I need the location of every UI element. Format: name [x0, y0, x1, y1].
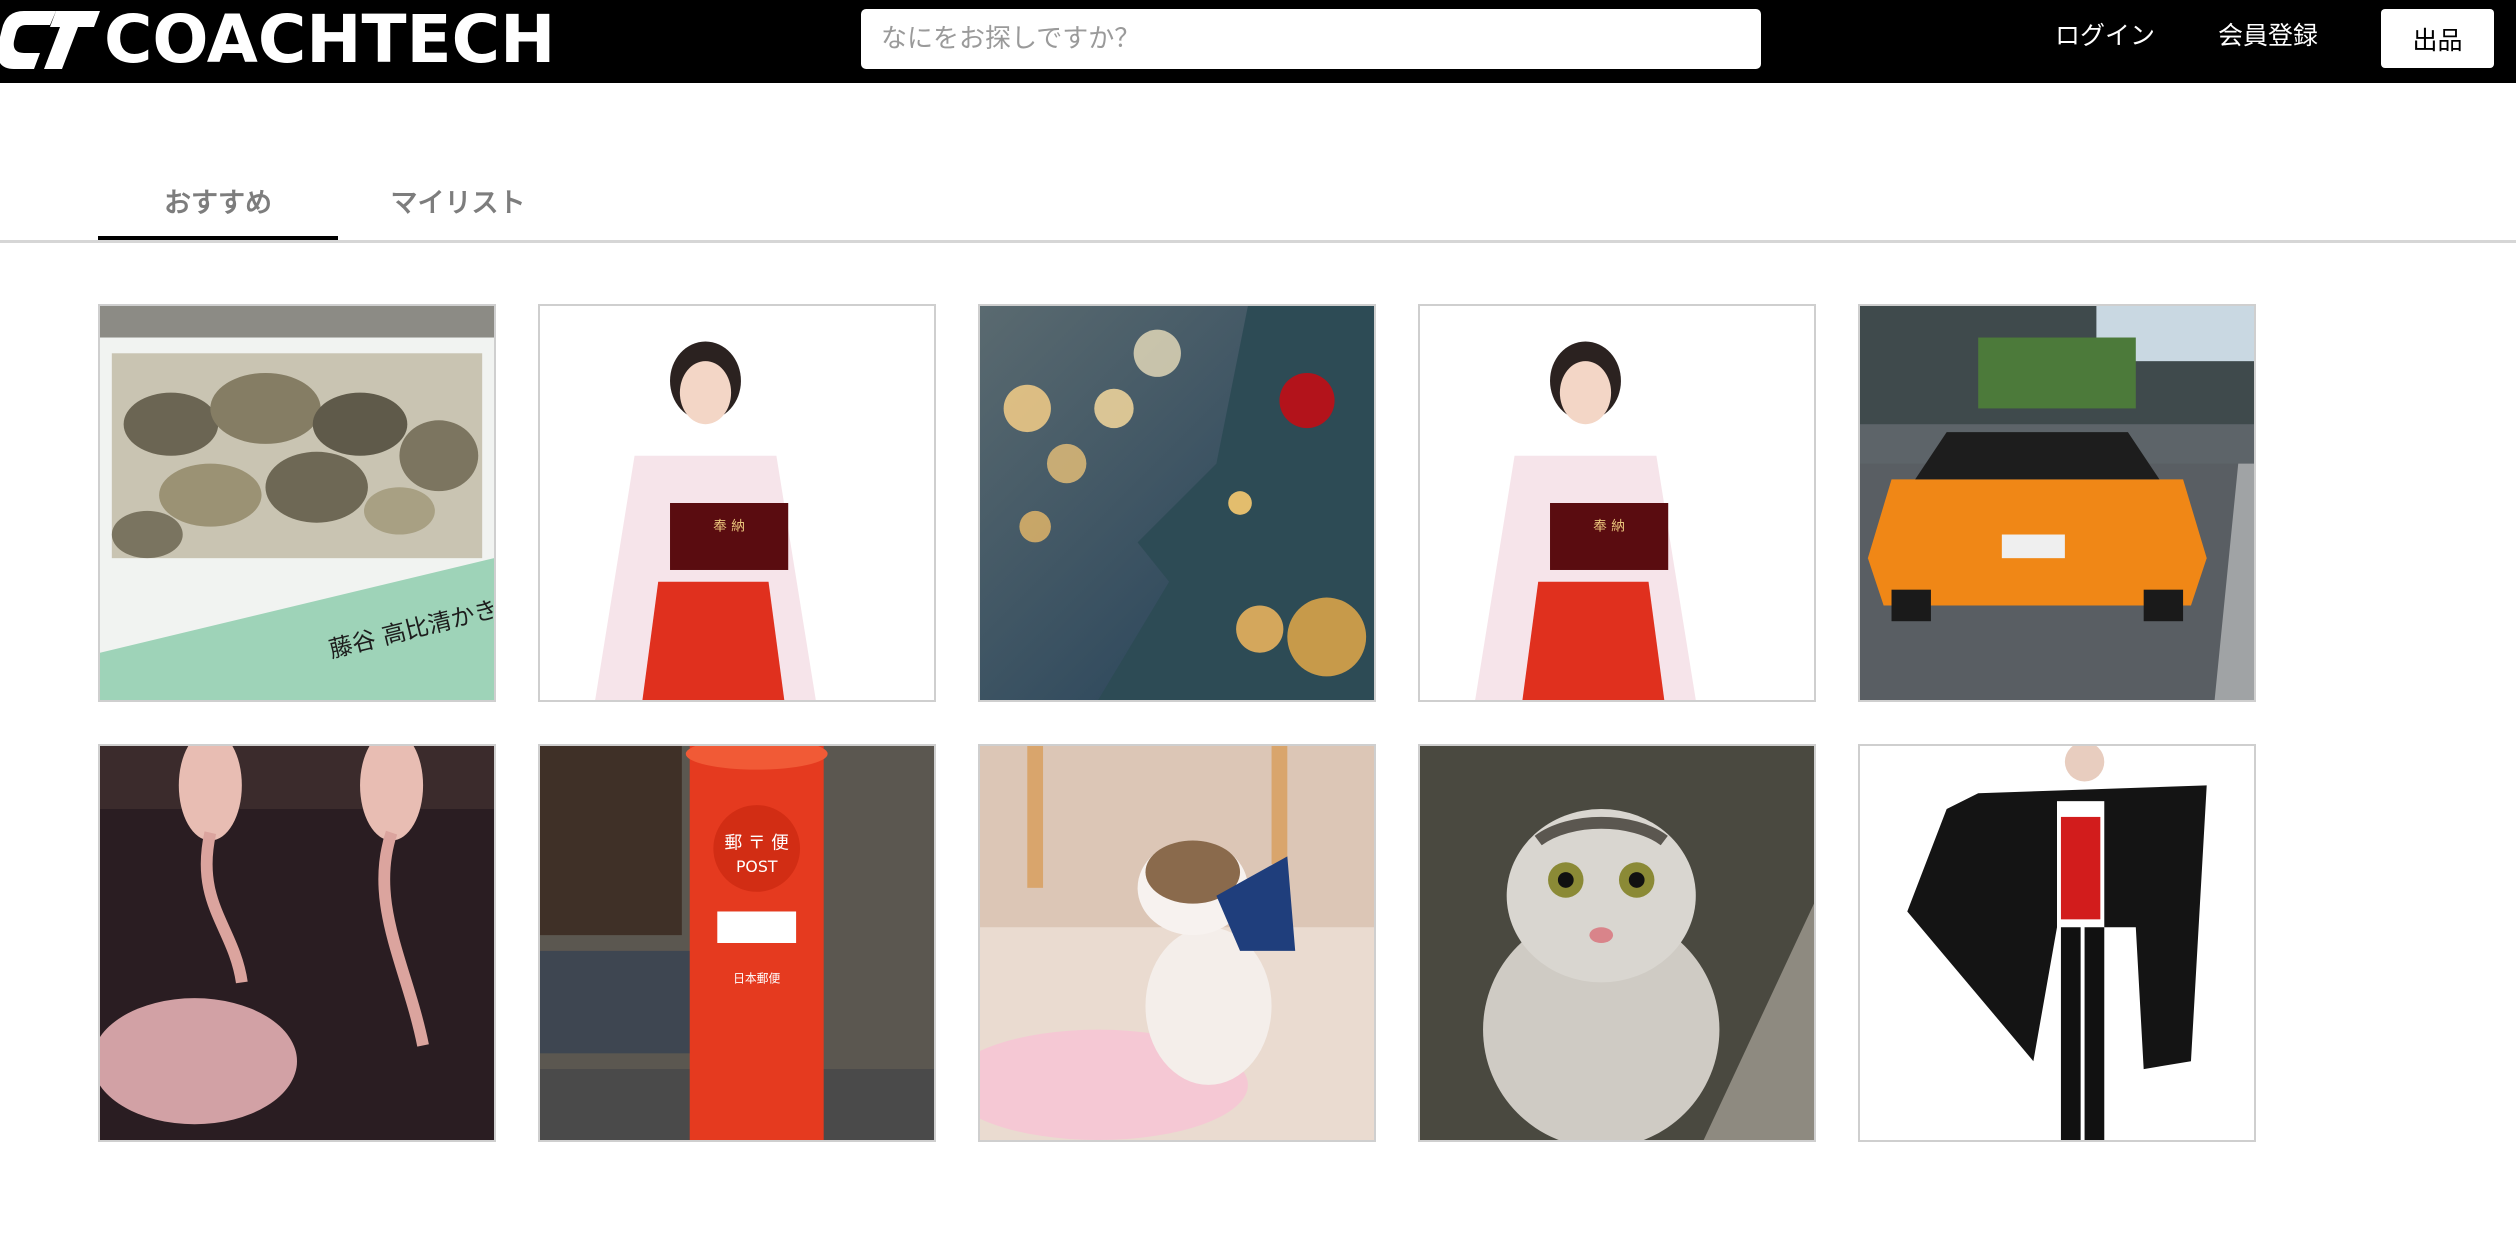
product-card[interactable]: 郵 〒 便 POST 日本郵便: [538, 744, 936, 1142]
register-link[interactable]: 会員登録: [2218, 0, 2318, 72]
svg-text:奉 納: 奉 納: [1593, 519, 1625, 535]
product-card[interactable]: [1418, 744, 1816, 1142]
logo-text: COACHTECH: [104, 1, 556, 78]
site-header: COACHTECH ログイン 会員登録 出品: [0, 0, 2516, 83]
product-card[interactable]: 奉 納: [1418, 304, 1816, 702]
product-card[interactable]: [978, 304, 1376, 702]
sports-car-image: [1860, 306, 2254, 700]
vampire-costume-image: [1860, 746, 2254, 1140]
svg-text:郵 〒 便: 郵 〒 便: [724, 832, 789, 853]
tab-mylist[interactable]: マイリスト: [348, 160, 568, 239]
cat-image: [1420, 746, 1814, 1140]
oysters-image: 藤谷 高比清かき: [100, 306, 494, 700]
shrine-maiden-image: 奉 納: [1420, 306, 1814, 700]
login-link[interactable]: ログイン: [2055, 0, 2155, 72]
post-box-image: 郵 〒 便 POST 日本郵便: [540, 746, 934, 1140]
ct-logo-mark-icon: [0, 11, 100, 69]
cat-image: [980, 746, 1374, 1140]
product-card[interactable]: [1858, 744, 2256, 1142]
product-card[interactable]: 藤谷 高比清かき: [98, 304, 496, 702]
product-card[interactable]: 奉 納: [538, 304, 936, 702]
dried-squid-image: [100, 746, 494, 1140]
sell-button[interactable]: 出品: [2381, 9, 2494, 68]
product-card[interactable]: [1858, 304, 2256, 702]
product-card[interactable]: [98, 744, 496, 1142]
tabs-divider: [0, 240, 2516, 243]
search-input[interactable]: [861, 9, 1761, 69]
site-logo[interactable]: COACHTECH: [0, 5, 555, 75]
svg-text:POST: POST: [736, 857, 778, 876]
product-card[interactable]: [978, 744, 1376, 1142]
svg-text:日本郵便: 日本郵便: [733, 971, 780, 985]
svg-text:奉 納: 奉 納: [713, 519, 745, 535]
shrine-maiden-image: 奉 納: [540, 306, 934, 700]
tab-recommend[interactable]: おすすめ: [98, 160, 338, 239]
christmas-tree-image: [980, 306, 1374, 700]
